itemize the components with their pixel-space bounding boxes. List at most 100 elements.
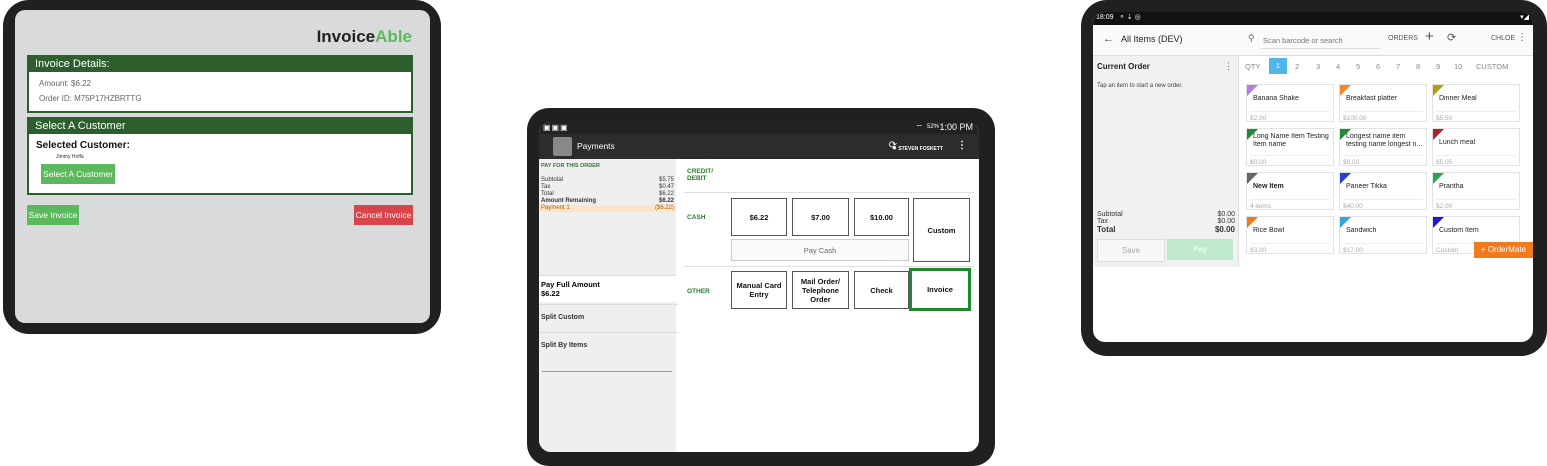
- payments-topbar: Payments ⟳ ● STEVEN FOSKETT ⋮: [539, 134, 979, 159]
- pay-cash-button[interactable]: Pay Cash: [731, 239, 909, 261]
- item-price: $5.05: [1436, 155, 1516, 166]
- qty-label: QTY: [1245, 62, 1261, 71]
- logo-main: Invoice: [316, 27, 376, 46]
- item-price: $100.00: [1343, 111, 1423, 122]
- qty-option-4[interactable]: 4: [1336, 62, 1340, 71]
- user-name[interactable]: CHLOE: [1491, 35, 1515, 42]
- cash-custom-button[interactable]: Custom: [913, 198, 970, 262]
- subtotal-row: Subtotal $0.00: [1097, 211, 1235, 218]
- invoice-order-id: Order ID: M75P17HZBRTTG: [39, 94, 142, 103]
- wifi-icon: ⌔: [915, 123, 923, 132]
- page-title: All Items (DEV): [1121, 34, 1183, 44]
- summary-total: Total $6.22: [541, 191, 674, 197]
- qty-option-2[interactable]: 2: [1295, 62, 1299, 71]
- item-card[interactable]: Banana Shake $2.00: [1246, 84, 1334, 122]
- cash-label: CASH: [687, 214, 706, 221]
- user-icon: ●: [892, 143, 897, 152]
- qty-option-9[interactable]: 9: [1436, 62, 1440, 71]
- app-logo-icon[interactable]: [553, 137, 572, 156]
- cash-7-button[interactable]: $7.00: [792, 198, 849, 236]
- item-card[interactable]: Breakfast platter $100.00: [1339, 84, 1427, 122]
- split-by-items-button[interactable]: Split By Items: [539, 332, 678, 359]
- status-bar: 18:09 ⚬ ⇣ ◎ ▾◢: [1093, 12, 1533, 25]
- divider: [684, 192, 974, 193]
- user-menu[interactable]: ● STEVEN FOSKETT: [892, 143, 943, 152]
- tablet-invoiceable: InvoiceAble Invoice Details: Amount: $6.…: [3, 0, 441, 334]
- overflow-menu-icon[interactable]: ⋮: [1517, 32, 1527, 43]
- refresh-icon[interactable]: ⟳: [1447, 31, 1456, 44]
- pos-topbar: ← All Items (DEV) ⚲ ORDERS + ⟳ CHLOE ⋮: [1093, 25, 1533, 56]
- pos-screen: 18:09 ⚬ ⇣ ◎ ▾◢ ← All Items (DEV) ⚲ ORDER…: [1093, 12, 1533, 342]
- qty-option-custom[interactable]: CUSTOM: [1476, 62, 1508, 71]
- item-card[interactable]: Longest name item testing name longest n…: [1339, 128, 1427, 166]
- item-name: Lunch meal: [1439, 139, 1476, 146]
- invoiceable-screen: InvoiceAble Invoice Details: Amount: $6.…: [15, 10, 430, 323]
- total-row: Total $0.00: [1097, 225, 1235, 234]
- item-card[interactable]: Lunch meal $5.05: [1432, 128, 1520, 166]
- invoice-details-header: Invoice Details:: [29, 57, 411, 72]
- plus-icon: +: [1480, 245, 1486, 254]
- pay-full-amount[interactable]: Pay Full Amount $6.22: [539, 275, 676, 302]
- mail-telephone-order-button[interactable]: Mail Order/ Telephone Order: [792, 271, 849, 309]
- check-button[interactable]: Check: [854, 271, 909, 309]
- order-menu-icon[interactable]: ⋮: [1224, 61, 1233, 72]
- item-name: Custom Item: [1439, 227, 1479, 234]
- pay-full-label: Pay Full Amount: [541, 280, 600, 289]
- select-customer-header: Select A Customer: [29, 119, 411, 134]
- cash-10-button[interactable]: $10.00: [854, 198, 909, 236]
- divider: [684, 266, 974, 267]
- split-custom-button[interactable]: Split Custom: [539, 304, 678, 331]
- item-price: $5.50: [1436, 111, 1516, 122]
- item-price: $3.00: [1250, 243, 1330, 254]
- invoice-details-panel: Invoice Details: Amount: $6.22 Order ID:…: [27, 55, 413, 113]
- order-totals: Subtotal $0.00 Tax $0.00 Total $0.00: [1097, 211, 1235, 234]
- qty-option-7[interactable]: 7: [1396, 62, 1400, 71]
- item-card[interactable]: Dinner Meal $5.50: [1432, 84, 1520, 122]
- qty-option-8[interactable]: 8: [1416, 62, 1420, 71]
- qty-option-10[interactable]: 10: [1454, 62, 1462, 71]
- manual-card-entry-button[interactable]: Manual Card Entry: [731, 271, 787, 309]
- invoiceable-logo: InvoiceAble: [317, 27, 412, 47]
- ordermate-button[interactable]: + OrderMate: [1474, 242, 1533, 258]
- item-name: Paneer Tikka: [1346, 183, 1387, 190]
- status-time: 1:00 PM: [939, 122, 973, 132]
- item-name: Breakfast platter: [1346, 95, 1397, 102]
- search-input[interactable]: [1261, 32, 1380, 49]
- item-card[interactable]: Prantha $2.00: [1432, 172, 1520, 210]
- item-name: Rice Bowl: [1253, 227, 1285, 234]
- page-title: Payments: [577, 141, 615, 151]
- cancel-invoice-button[interactable]: Cancel Invoice: [354, 205, 413, 225]
- item-card[interactable]: Rice Bowl $3.00: [1246, 216, 1334, 254]
- selected-customer-label: Selected Customer:: [36, 140, 130, 151]
- pay-button[interactable]: Pay: [1167, 239, 1233, 260]
- add-icon[interactable]: +: [1425, 28, 1434, 45]
- qty-option-3[interactable]: 3: [1316, 62, 1320, 71]
- summary-tax: Tax $0.47: [541, 184, 674, 190]
- save-invoice-button[interactable]: Save Invoice: [27, 205, 79, 225]
- summary-subtotal: Subtotal $5.75: [541, 177, 674, 183]
- overflow-menu-icon[interactable]: ⋮: [957, 140, 967, 151]
- invoice-button[interactable]: Invoice: [909, 268, 971, 311]
- item-card[interactable]: Paneer Tikka $40.00: [1339, 172, 1427, 210]
- cash-exact-button[interactable]: $6.22: [731, 198, 787, 236]
- orders-button[interactable]: ORDERS: [1388, 35, 1418, 42]
- item-name: Sandwich: [1346, 227, 1377, 234]
- qty-option-1[interactable]: 1: [1269, 58, 1287, 74]
- back-arrow-icon[interactable]: ←: [1103, 33, 1114, 45]
- signal-icon: ▾◢: [1520, 14, 1529, 21]
- item-price: $2.00: [1436, 199, 1516, 210]
- select-customer-button[interactable]: Select A Customer: [41, 164, 115, 184]
- pay-full-value: $6.22: [541, 289, 560, 298]
- save-button[interactable]: Save: [1097, 239, 1165, 262]
- battery-level: 52%: [926, 124, 939, 130]
- item-price: $0.00: [1250, 155, 1330, 166]
- qty-option-5[interactable]: 5: [1356, 62, 1360, 71]
- tablet-pos: 18:09 ⚬ ⇣ ◎ ▾◢ ← All Items (DEV) ⚲ ORDER…: [1081, 0, 1547, 356]
- credit-debit-label: CREDIT/DEBIT: [687, 168, 713, 182]
- qty-option-6[interactable]: 6: [1376, 62, 1380, 71]
- item-card[interactable]: New Item 4 items: [1246, 172, 1334, 210]
- status-icons: ⚬ ⇣ ◎: [1119, 14, 1141, 21]
- payment-row[interactable]: Payment 1 ($6.22): [539, 205, 676, 212]
- item-card[interactable]: Long Name Item Testing Item name $0.00: [1246, 128, 1334, 166]
- item-card[interactable]: Sandwich $17.00: [1339, 216, 1427, 254]
